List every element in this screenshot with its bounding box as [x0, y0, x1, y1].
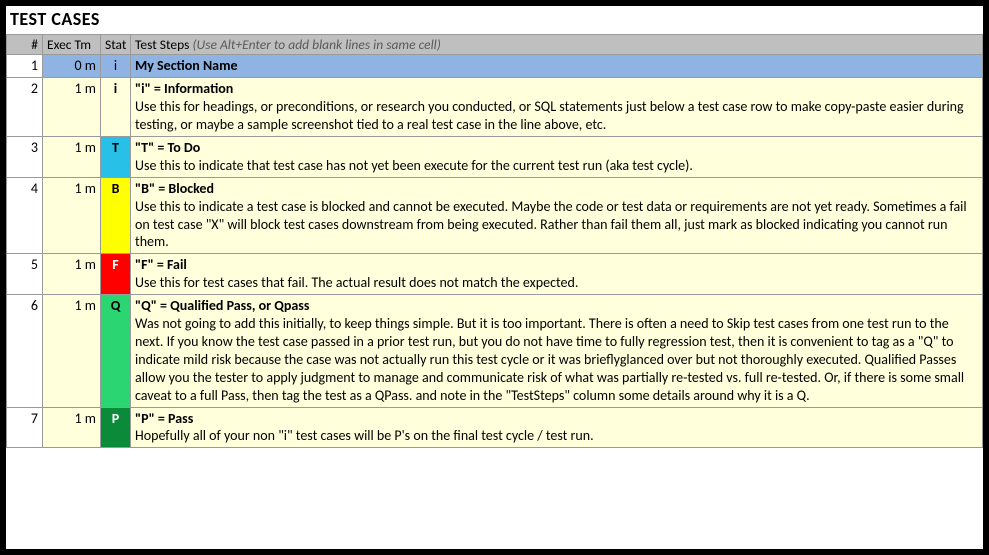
table-row: 41 mB"B" = BlockedUse this to indicate a… — [7, 177, 983, 254]
step-heading: My Section Name — [135, 57, 238, 74]
table-row: 61 mQ"Q" = Qualified Pass, or QpassWas n… — [7, 295, 983, 407]
step-heading: "T" = To Do — [135, 139, 200, 156]
table-body: 10 miMy Section Name21 mi"i" = Informati… — [7, 55, 983, 448]
test-steps-cell[interactable]: "B" = BlockedUse this to indicate a test… — [131, 177, 983, 254]
status-cell[interactable]: B — [101, 177, 131, 254]
status-cell[interactable]: T — [101, 136, 131, 177]
step-body: Use this for test cases that fail. The a… — [135, 274, 578, 291]
status-cell[interactable]: i — [101, 78, 131, 137]
exec-time-cell[interactable]: 1 m — [43, 136, 101, 177]
exec-time-cell[interactable]: 0 m — [43, 55, 101, 78]
header-steps-hint: (Use Alt+Enter to add blank lines in sam… — [189, 36, 440, 53]
row-number: 4 — [7, 177, 43, 254]
test-steps-cell[interactable]: "Q" = Qualified Pass, or QpassWas not go… — [131, 295, 983, 407]
test-cases-table: # Exec Tm Stat Test Steps (Use Alt+Enter… — [6, 34, 983, 448]
test-steps-cell[interactable]: My Section Name — [131, 55, 983, 78]
table-row: 31 mT"T" = To DoUse this to indicate tha… — [7, 136, 983, 177]
exec-time-cell[interactable]: 1 m — [43, 407, 101, 448]
header-steps: Test Steps (Use Alt+Enter to add blank l… — [131, 35, 983, 55]
exec-time-cell[interactable]: 1 m — [43, 295, 101, 407]
status-cell[interactable]: Q — [101, 295, 131, 407]
step-body: Hopefully all of your non "i" test cases… — [135, 427, 594, 444]
sheet-title: TEST CASES — [6, 6, 983, 34]
row-number: 3 — [7, 136, 43, 177]
status-cell[interactable]: i — [101, 55, 131, 78]
table-row: 71 mP"P" = PassHopefully all of your non… — [7, 407, 983, 448]
table-row: 10 miMy Section Name — [7, 55, 983, 78]
sheet: TEST CASES # Exec Tm Stat Test Steps (Us… — [6, 6, 983, 549]
header-steps-label: Test Steps — [135, 36, 189, 53]
test-steps-cell[interactable]: "F" = FailUse this for test cases that f… — [131, 254, 983, 295]
step-body: Use this to indicate a test case is bloc… — [135, 198, 967, 251]
test-steps-cell[interactable]: "P" = PassHopefully all of your non "i" … — [131, 407, 983, 448]
step-heading: "i" = Information — [135, 80, 233, 97]
exec-time-cell[interactable]: 1 m — [43, 78, 101, 137]
exec-time-cell[interactable]: 1 m — [43, 177, 101, 254]
step-heading: "F" = Fail — [135, 256, 187, 273]
test-steps-cell[interactable]: "i" = InformationUse this for headings, … — [131, 78, 983, 137]
header-stat: Stat — [101, 35, 131, 55]
table-row: 51 mF"F" = FailUse this for test cases t… — [7, 254, 983, 295]
row-number: 2 — [7, 78, 43, 137]
step-body: Was not going to add this initially, to … — [135, 315, 964, 404]
step-body: Use this to indicate that test case has … — [135, 157, 693, 174]
step-heading: "Q" = Qualified Pass, or Qpass — [135, 297, 309, 314]
table-row: 21 mi"i" = InformationUse this for headi… — [7, 78, 983, 137]
step-heading: "P" = Pass — [135, 410, 193, 427]
row-number: 5 — [7, 254, 43, 295]
exec-time-cell[interactable]: 1 m — [43, 254, 101, 295]
row-number: 1 — [7, 55, 43, 78]
test-steps-cell[interactable]: "T" = To DoUse this to indicate that tes… — [131, 136, 983, 177]
header-num: # — [7, 35, 43, 55]
status-cell[interactable]: P — [101, 407, 131, 448]
row-number: 6 — [7, 295, 43, 407]
status-cell[interactable]: F — [101, 254, 131, 295]
app-frame: TEST CASES # Exec Tm Stat Test Steps (Us… — [0, 0, 989, 555]
step-body: Use this for headings, or preconditions,… — [135, 98, 964, 133]
header-exec: Exec Tm — [43, 35, 101, 55]
step-heading: "B" = Blocked — [135, 180, 214, 197]
header-row: # Exec Tm Stat Test Steps (Use Alt+Enter… — [7, 35, 983, 55]
row-number: 7 — [7, 407, 43, 448]
